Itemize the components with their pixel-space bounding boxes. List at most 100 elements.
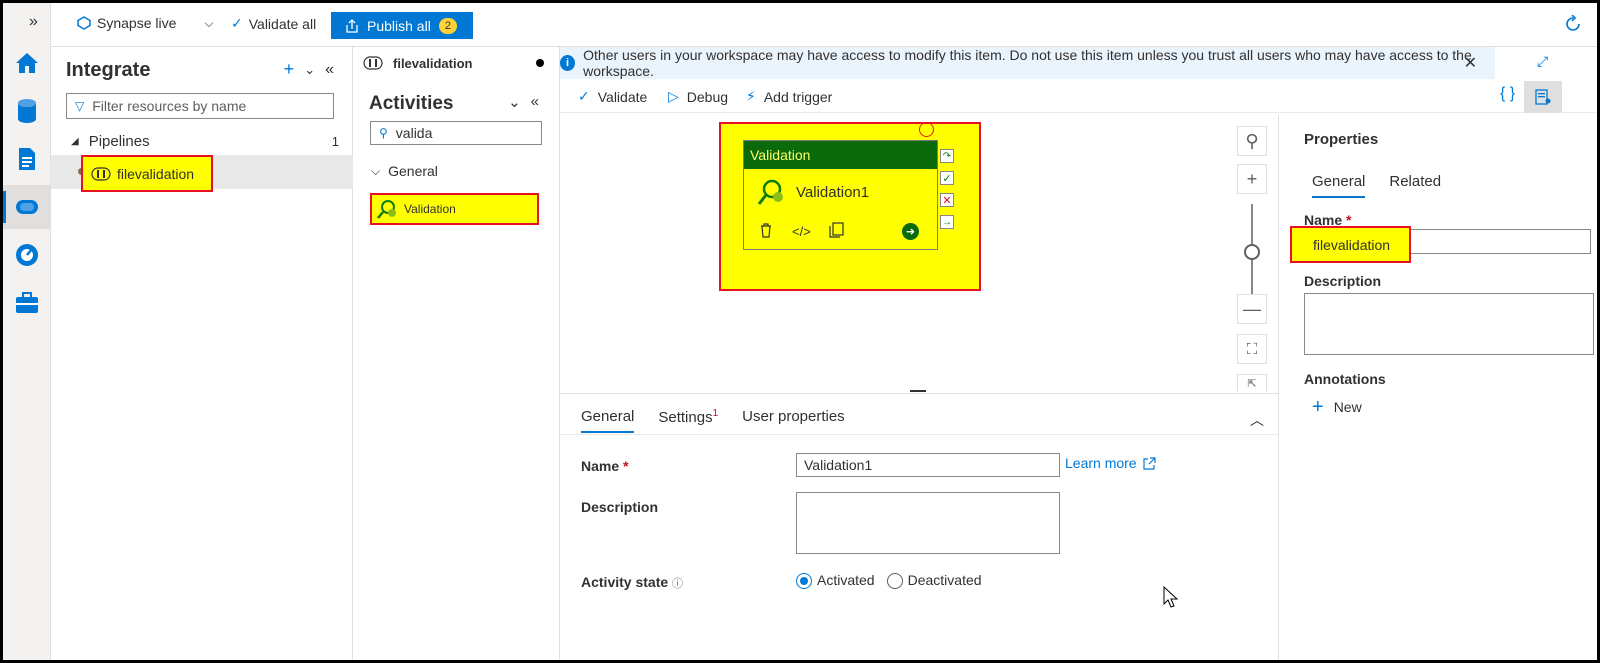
- copy-icon[interactable]: [829, 222, 844, 241]
- activity-name-input[interactable]: Validation1: [796, 453, 1060, 477]
- name-label: Name *: [581, 458, 628, 474]
- activity-card-name: Validation1: [796, 183, 870, 201]
- validate-all-label: Validate all: [248, 15, 317, 32]
- add-trigger-button[interactable]: ⚡ Add trigger: [746, 88, 832, 105]
- fit-to-screen-icon[interactable]: ⛶: [1237, 334, 1267, 364]
- search-icon[interactable]: ⚲: [1237, 126, 1267, 156]
- integrate-panel: Integrate + ⌄ « ▽ Filter resources by na…: [51, 47, 353, 660]
- synapse-icon: [77, 16, 91, 30]
- debug-label: Debug: [686, 88, 729, 105]
- failure-connector-icon[interactable]: ✕: [940, 193, 954, 207]
- search-value: valida: [395, 125, 433, 141]
- deactivated-radio[interactable]: Deactivated: [886, 572, 982, 590]
- delete-icon[interactable]: [758, 222, 774, 241]
- pipeline-canvas[interactable]: Validation Validation1 </> ➜ ↷ ✓ ✕ → ⚲ +: [560, 115, 1278, 392]
- required-mark: *: [623, 458, 629, 474]
- success-connector-icon[interactable]: ✓: [940, 171, 954, 185]
- code-icon[interactable]: </>: [792, 224, 811, 239]
- workspace-mode-dropdown[interactable]: Synapse live ⌵: [77, 15, 214, 31]
- panel-resize-handle[interactable]: [910, 390, 926, 392]
- description-textarea[interactable]: [796, 492, 1060, 554]
- fullscreen-icon[interactable]: ⤢: [1537, 53, 1548, 70]
- expand-icon[interactable]: »: [29, 13, 38, 31]
- zoom-out-icon[interactable]: —: [1237, 294, 1267, 324]
- validation-icon: [377, 200, 396, 219]
- publish-count-badge: 2: [438, 17, 457, 34]
- settings-error-badge: 1: [712, 408, 719, 419]
- filter-input[interactable]: ▽ Filter resources by name: [66, 93, 334, 119]
- pipeline-icon: [91, 166, 111, 181]
- unsaved-dot: [536, 59, 544, 67]
- radio-selected: [796, 573, 812, 590]
- activities-search-input[interactable]: ⚲ valida: [370, 121, 542, 145]
- pipeline-row[interactable]: filevalidation: [51, 155, 353, 192]
- annotations-label: Annotations: [1304, 371, 1386, 387]
- properties-description-textarea[interactable]: [1304, 293, 1594, 355]
- develop-icon[interactable]: [3, 137, 51, 181]
- code-icon[interactable]: { }: [1500, 85, 1515, 103]
- home-icon[interactable]: [3, 41, 51, 85]
- manage-icon[interactable]: [3, 281, 51, 325]
- validate-all-button[interactable]: ✓ Validate all: [231, 15, 316, 32]
- validation-activity-item[interactable]: Validation: [370, 193, 539, 225]
- deactivated-label: Deactivated: [907, 572, 982, 588]
- canvas-toolbar: ✓ Validate ▷ Debug ⚡ Add trigger { }: [560, 81, 1597, 113]
- activity-card[interactable]: Validation Validation1 </> ➜ ↷ ✓ ✕ →: [743, 140, 954, 250]
- properties-toggle[interactable]: [1524, 81, 1562, 113]
- info-icon[interactable]: ⓘ: [672, 578, 683, 590]
- play-icon: ▷: [668, 88, 679, 104]
- collapse-panel-icon[interactable]: «: [325, 61, 334, 79]
- tab-properties-related[interactable]: Related: [1389, 173, 1441, 198]
- zoom-controls: ⚲ + — ⛶ ⇱: [1237, 126, 1267, 391]
- refresh-icon[interactable]: [1564, 14, 1582, 36]
- activities-panel: filevalidation Activities ⌄ « ⚲ valida ⌵…: [353, 47, 560, 660]
- add-trigger-label: Add trigger: [763, 88, 833, 105]
- publish-all-button[interactable]: Publish all 2: [331, 12, 473, 39]
- integrate-icon[interactable]: [3, 185, 51, 229]
- pipelines-label: Pipelines: [88, 133, 150, 150]
- tab-user-properties[interactable]: User properties: [742, 408, 845, 433]
- close-icon[interactable]: ✕: [1464, 53, 1477, 73]
- tab-filevalidation[interactable]: filevalidation: [353, 47, 560, 79]
- pipelines-group[interactable]: ◢ Pipelines 1: [71, 133, 339, 150]
- activities-title: Activities: [369, 93, 454, 114]
- validate-button[interactable]: ✓ Validate: [578, 88, 647, 105]
- pipeline-item[interactable]: filevalidation: [81, 155, 213, 192]
- debug-button[interactable]: ▷ Debug: [668, 88, 728, 105]
- monitor-icon[interactable]: [3, 233, 51, 277]
- collapse-all-icon[interactable]: ⌄: [304, 62, 315, 78]
- caret-down-icon: ◢: [71, 136, 79, 147]
- validate-all-icon: ✓: [231, 15, 243, 31]
- tab-properties-general[interactable]: General: [1312, 173, 1366, 198]
- activated-label: Activated: [817, 572, 875, 588]
- add-icon[interactable]: +: [284, 59, 295, 80]
- properties-panel: Properties General Related Name * fileva…: [1278, 115, 1597, 660]
- collapse-panel-icon[interactable]: «: [531, 93, 539, 111]
- zoom-in-icon[interactable]: +: [1237, 164, 1267, 194]
- general-group[interactable]: ⌵ General: [371, 163, 438, 179]
- divider: [560, 434, 1278, 435]
- completion-connector-icon[interactable]: →: [940, 215, 954, 229]
- mouse-cursor-icon: [1163, 586, 1179, 608]
- skip-connector-icon[interactable]: ↷: [940, 149, 954, 163]
- activity-state-label: Activity state ⓘ: [581, 574, 683, 591]
- filter-icon: ▽: [75, 99, 85, 113]
- arrow-right-icon[interactable]: ➜: [902, 223, 919, 240]
- activated-radio[interactable]: Activated: [796, 572, 875, 590]
- annotation-circle: [919, 122, 934, 137]
- data-icon[interactable]: [3, 89, 51, 133]
- new-annotation-button[interactable]: + New: [1312, 397, 1362, 417]
- tab-settings[interactable]: Settings1: [658, 408, 718, 433]
- tab-general[interactable]: General: [581, 408, 635, 433]
- activity-state-label-text: Activity state: [581, 574, 669, 590]
- chevron-up-icon[interactable]: ︿: [1250, 410, 1264, 430]
- left-nav-rail: »: [3, 3, 51, 660]
- collapse-all-icon[interactable]: ⌄: [508, 93, 521, 111]
- pipeline-name-highlight[interactable]: filevalidation: [1290, 226, 1411, 263]
- auto-align-icon[interactable]: ⇱: [1237, 374, 1267, 391]
- chevron-down-icon: ⌵: [204, 15, 214, 30]
- learn-more-link[interactable]: Learn more: [1065, 455, 1156, 471]
- zoom-slider-handle[interactable]: [1244, 244, 1260, 260]
- validation-activity-label: Validation: [404, 202, 456, 216]
- radio-unselected: [886, 573, 903, 590]
